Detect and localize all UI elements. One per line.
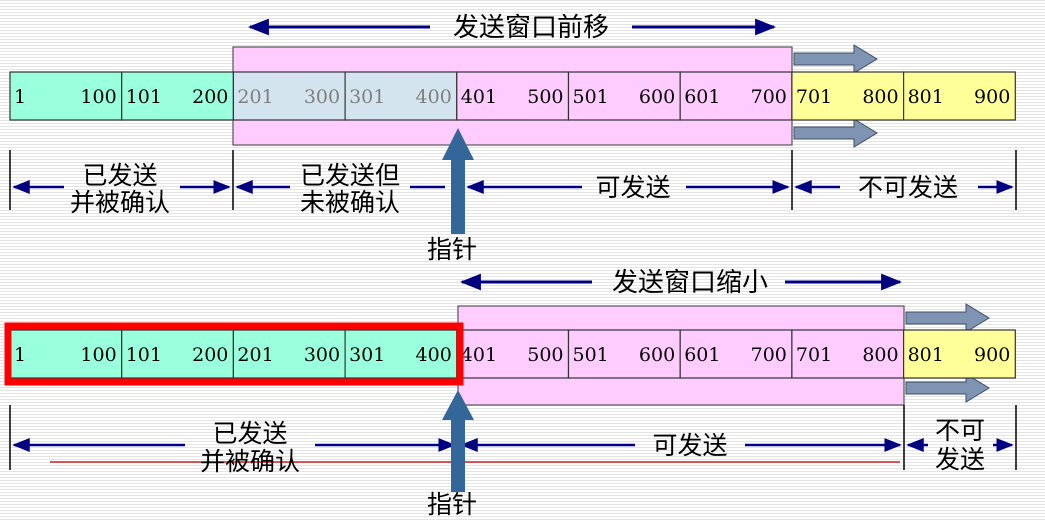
cell-end-number: 600 [639,86,675,108]
top-cell-501-600: 501 600 [567,71,681,121]
top-cell-101-200: 101 200 [121,71,234,121]
bottom-region-acked-line2: 并被确认 [200,447,300,476]
cell-start-number: 701 [796,86,832,108]
top-slide-arrow-lower [793,118,878,148]
top-region-acked-line2: 并被确认 [70,188,170,217]
top-slide-arrow-upper [793,44,878,74]
top-diagram: 发送窗口前移 1 100 101 200 201 300 301 400 401 500 501 60… [9,13,1017,264]
cell-start-number: 1 [14,86,26,108]
cell-start-number: 401 [461,86,497,108]
top-cell-701-800: 701 800 [791,71,905,121]
bottom-cell-701-800: 701 800 [791,329,905,379]
sliding-window-figure: 发送窗口前移 1 100 101 200 201 300 301 400 401 500 501 60… [4,13,1017,519]
cell-start-number: 401 [461,344,497,366]
bottom-cell-601-700: 601 700 [679,329,793,379]
top-cell-601-700: 601 700 [679,71,793,121]
cell-start-number: 501 [573,344,609,366]
cell-start-number: 301 [349,344,385,366]
cell-start-number: 201 [237,344,273,366]
top-cell-1-100: 1 100 [9,71,123,121]
bottom-pointer-label: 指针 [427,490,477,517]
tcp-sliding-window-diagram: 发送窗口前移 1 100 101 200 201 300 301 400 401 500 501 60… [0,0,1045,519]
cell-end-number: 600 [639,344,675,366]
top-cell-401-500: 401 500 [456,71,570,121]
cell-end-number: 500 [527,86,563,108]
cell-end-number: 300 [304,86,340,108]
bottom-cell-401-500: 401 500 [456,329,570,379]
top-region-sendable: 可发送 [595,173,670,202]
bottom-cell-101-200: 101 200 [121,329,234,379]
cell-start-number: 601 [684,86,720,108]
cell-start-number: 801 [908,86,944,108]
cell-start-number: 601 [684,344,720,366]
bottom-slide-arrow-upper [905,303,990,333]
top-region-labels: 已发送 并被确认 已发送但 未被确认 可发送 不可发送 [70,161,958,217]
bottom-region-sendable: 可发送 [652,431,727,460]
cell-end-number: 900 [974,86,1010,108]
top-cell-301-400: 301 400 [344,71,458,121]
bottom-cell-301-400: 301 400 [344,329,458,379]
top-pointer-label: 指针 [427,235,477,264]
cell-end-number: 100 [80,86,116,108]
bottom-sequence-strip: 1 100 101 200 201 300 301 400 401 500 501 600 601 700… [9,329,1016,379]
cell-end-number: 400 [416,344,452,366]
bottom-region-not-sendable-line1: 不可 [935,416,985,445]
cell-end-number: 800 [862,344,898,366]
top-region-acked-line1: 已发送 [82,161,157,190]
cell-start-number: 101 [126,344,162,366]
top-cell-801-900: 801 900 [902,71,1016,121]
cell-end-number: 700 [751,344,787,366]
cell-end-number: 200 [192,86,228,108]
cell-end-number: 400 [416,86,452,108]
bottom-diagram: 发送窗口缩小 1 100 101 200 201 300 301 400 401 500 501 60… [4,268,1017,519]
cell-start-number: 501 [573,86,609,108]
top-region-unacked-line1: 已发送但 [300,161,400,190]
cell-start-number: 301 [349,86,385,108]
top-cell-201-300: 201 300 [232,71,346,121]
bottom-cell-501-600: 501 600 [567,329,681,379]
cell-start-number: 201 [237,86,273,108]
cell-start-number: 1 [14,344,26,366]
top-region-not-sendable: 不可发送 [858,173,958,202]
cell-end-number: 900 [974,344,1010,366]
bottom-cell-201-300: 201 300 [232,329,346,379]
bottom-region-acked-line1: 已发送 [212,419,287,448]
bottom-cell-1-100: 1 100 [9,329,123,379]
cell-end-number: 200 [192,344,228,366]
cell-end-number: 300 [304,344,340,366]
cell-end-number: 800 [862,86,898,108]
cell-start-number: 801 [908,344,944,366]
top-sequence-strip: 1 100 101 200 201 300 301 400 401 500 501 600 601 700… [9,71,1016,121]
cell-end-number: 500 [527,344,563,366]
top-window-title: 发送窗口前移 [453,13,609,43]
bottom-region-not-sendable-line2: 发送 [935,445,985,474]
bottom-cell-801-900: 801 900 [902,329,1016,379]
top-region-unacked-line2: 未被确认 [300,188,400,217]
cell-start-number: 701 [796,344,832,366]
cell-end-number: 100 [80,344,116,366]
bottom-region-arrows [9,405,1017,470]
cell-start-number: 101 [126,86,162,108]
bottom-window-title: 发送窗口缩小 [612,268,768,298]
cell-end-number: 700 [751,86,787,108]
